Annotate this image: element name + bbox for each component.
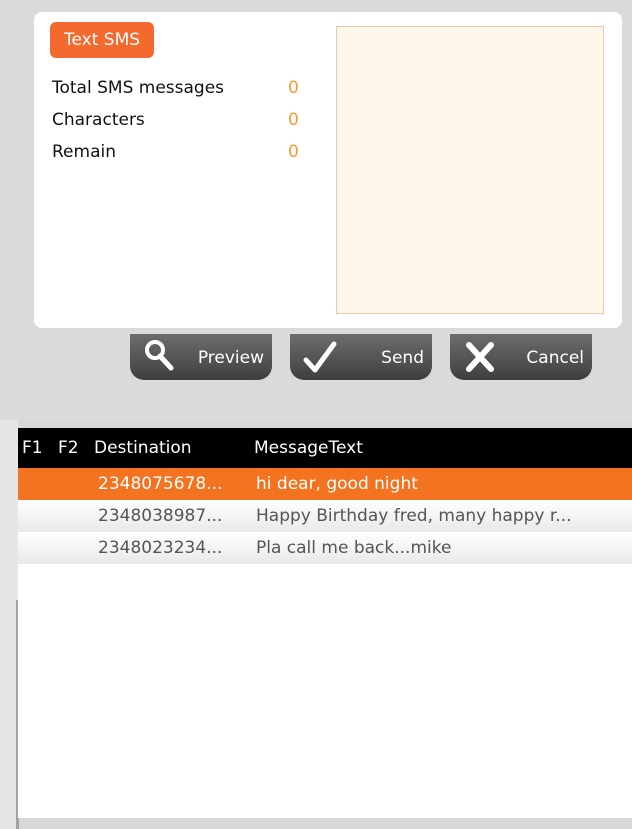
preview-label: Preview xyxy=(197,348,264,368)
cancel-button[interactable]: Cancel xyxy=(450,334,592,380)
table-row[interactable]: 2348038987... Happy Birthday fred, many … xyxy=(18,500,632,532)
sms-panel: Text SMS Total SMS messages 0 Characters… xyxy=(34,12,622,328)
remain-label: Remain xyxy=(52,142,116,162)
send-label: Send xyxy=(381,348,424,368)
checkmark-icon xyxy=(303,341,337,373)
table-row[interactable]: 2348075678... hi dear, good night xyxy=(18,468,632,500)
column-header-messagetext[interactable]: MessageText xyxy=(254,438,363,458)
top-area: Text SMS Total SMS messages 0 Characters… xyxy=(0,0,632,420)
text-sms-badge: Text SMS xyxy=(50,22,155,58)
column-header-destination[interactable]: Destination xyxy=(94,438,192,458)
destination-cell: 2348038987... xyxy=(98,506,223,526)
remain-value: 0 xyxy=(288,142,299,162)
column-header-f2[interactable]: F2 xyxy=(58,438,79,458)
table-row[interactable]: 2348023234... Pla call me back...mike xyxy=(18,532,632,564)
message-cell: Pla call me back...mike xyxy=(256,538,452,558)
destination-cell: 2348023234... xyxy=(98,538,223,558)
messages-grid[interactable]: F1 F2 Destination MessageText 2348075678… xyxy=(18,428,632,818)
destination-cell: 2348075678... xyxy=(98,474,223,494)
message-text-input[interactable] xyxy=(336,26,604,314)
message-cell: hi dear, good night xyxy=(256,474,418,494)
characters-label: Characters xyxy=(52,110,145,130)
send-button[interactable]: Send xyxy=(290,334,432,380)
close-icon xyxy=(466,342,494,372)
total-sms-value: 0 xyxy=(288,78,299,98)
characters-value: 0 xyxy=(288,110,299,130)
preview-button[interactable]: Preview xyxy=(130,334,272,380)
cancel-label: Cancel xyxy=(526,348,584,368)
magnifier-icon xyxy=(145,340,174,371)
grid-header: F1 F2 Destination MessageText xyxy=(18,428,632,468)
column-header-f1[interactable]: F1 xyxy=(22,438,43,458)
message-cell: Happy Birthday fred, many happy r... xyxy=(256,506,572,526)
total-sms-label: Total SMS messages xyxy=(52,78,225,98)
